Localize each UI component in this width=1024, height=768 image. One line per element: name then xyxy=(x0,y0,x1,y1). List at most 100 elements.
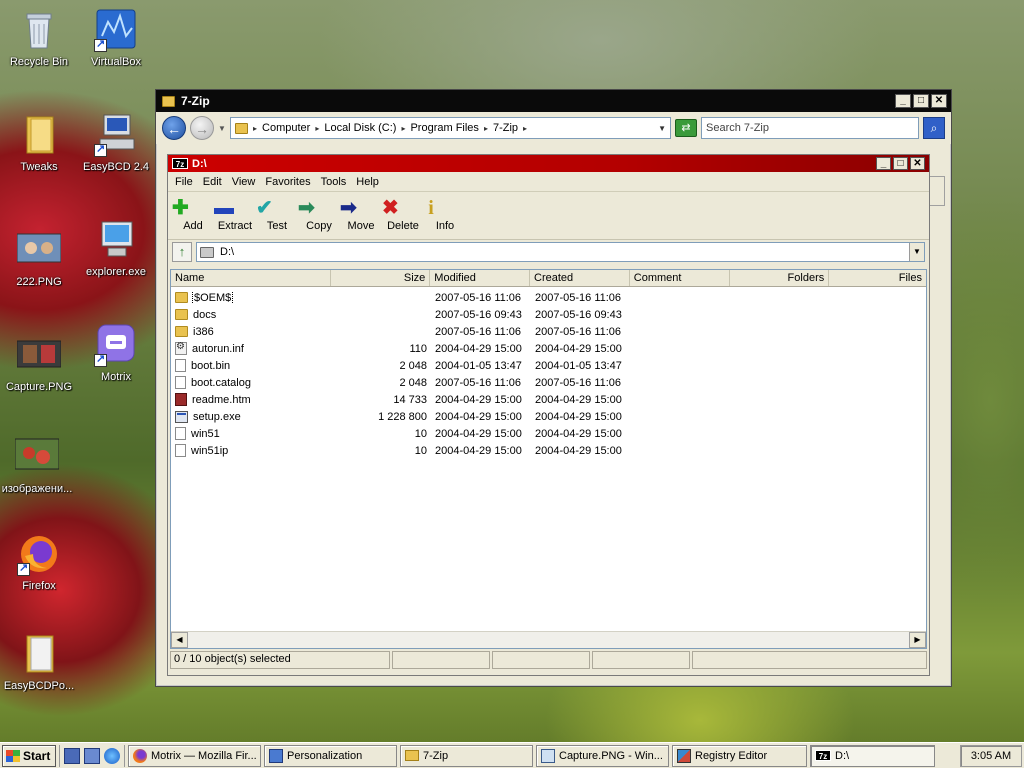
refresh-button[interactable]: ⇄ xyxy=(675,119,697,137)
window-title-bar[interactable]: 7-Zip _ □ ✕ xyxy=(156,90,951,112)
table-row[interactable]: $OEM$ 2007-05-16 11:06 2007-05-16 11:06 xyxy=(171,289,926,306)
desktop-icon-easybcd[interactable]: EasyBCD 2.4 xyxy=(76,113,156,173)
chevron-right-icon[interactable]: ▸ xyxy=(484,124,488,133)
desktop-icon-easybcdpo[interactable]: EasyBCDPo... xyxy=(0,632,79,692)
info-button[interactable]: i Info xyxy=(424,196,466,232)
scrollbar-thumb[interactable] xyxy=(929,176,945,206)
desktop-icon-firefox[interactable]: Firefox xyxy=(0,532,79,592)
computer-icon xyxy=(94,218,138,262)
table-row[interactable]: boot.bin 2 048 2004-01-05 13:47 2004-01-… xyxy=(171,357,926,374)
computer-icon xyxy=(94,113,138,157)
close-button[interactable]: ✕ xyxy=(931,94,947,108)
back-button[interactable]: ← xyxy=(162,116,186,140)
show-desktop-icon[interactable] xyxy=(64,747,80,764)
taskbar-item-firefox[interactable]: Motrix — Mozilla Fir... xyxy=(128,744,261,767)
chevron-down-icon[interactable]: ▼ xyxy=(909,243,924,261)
clock[interactable]: 3:05 AM xyxy=(960,744,1022,767)
taskbar-item-capture[interactable]: Capture.PNG - Win... xyxy=(536,744,669,767)
menu-help[interactable]: Help xyxy=(351,176,384,188)
table-row[interactable]: win51 10 2004-04-29 15:00 2004-04-29 15:… xyxy=(171,425,926,442)
forward-button[interactable]: → xyxy=(190,116,214,140)
desktop-icon-label: Capture.PNG xyxy=(5,381,73,393)
horizontal-scrollbar[interactable]: ◀ ▶ xyxy=(171,631,926,648)
chevron-right-icon[interactable]: ▸ xyxy=(401,124,405,133)
maximize-button[interactable]: □ xyxy=(893,157,908,170)
breadcrumb-item[interactable]: Local Disk (C:) xyxy=(324,122,396,134)
test-button[interactable]: ✔ Test xyxy=(256,196,298,232)
desktop-icon-virtualbox[interactable]: VirtualBox xyxy=(76,8,156,68)
chevron-down-icon[interactable]: ▼ xyxy=(658,124,666,133)
table-row[interactable]: win51ip 10 2004-04-29 15:00 2004-04-29 1… xyxy=(171,442,926,459)
scroll-track[interactable] xyxy=(188,632,909,648)
table-row[interactable]: docs 2007-05-16 09:43 2007-05-16 09:43 xyxy=(171,306,926,323)
chevron-right-icon[interactable]: ▸ xyxy=(253,124,257,133)
path-input[interactable]: D:\ ▼ xyxy=(196,242,925,262)
file-name: autorun.inf xyxy=(192,342,244,355)
file-name: win51ip xyxy=(191,444,229,457)
up-folder-button[interactable]: ↑ xyxy=(172,242,192,262)
desktop-icon-222-png[interactable]: 222.PNG xyxy=(0,228,79,288)
window-title: D:\ xyxy=(192,157,207,170)
maximize-button[interactable]: □ xyxy=(913,94,929,108)
menu-favorites[interactable]: Favorites xyxy=(260,176,315,188)
menu-file[interactable]: File xyxy=(170,176,198,188)
column-headers: Name Size Modified Created Comment Folde… xyxy=(171,270,926,287)
breadcrumb[interactable]: ▸ Computer ▸ Local Disk (C:) ▸ Program F… xyxy=(230,117,671,139)
column-header-created[interactable]: Created xyxy=(530,270,630,286)
menu-view[interactable]: View xyxy=(227,176,261,188)
table-row[interactable]: boot.catalog 2 048 2007-05-16 11:06 2007… xyxy=(171,374,926,391)
move-button[interactable]: ➡ Move xyxy=(340,196,382,232)
breadcrumb-item[interactable]: Computer xyxy=(262,122,310,134)
taskbar-item-personalization[interactable]: Personalization xyxy=(264,744,397,767)
search-input[interactable]: Search 7-Zip xyxy=(701,117,919,139)
taskbar-item-7zip[interactable]: 7-Zip xyxy=(400,744,533,767)
path-bar: ↑ D:\ ▼ xyxy=(168,240,929,264)
desktop-icon-capture-png[interactable]: Capture.PNG xyxy=(0,333,79,393)
column-header-size[interactable]: Size xyxy=(331,270,431,286)
desktop-icon-tweaks[interactable]: Tweaks xyxy=(0,113,79,173)
chevron-down-icon[interactable]: ▼ xyxy=(218,124,226,133)
column-header-comment[interactable]: Comment xyxy=(630,270,730,286)
table-row[interactable]: readme.htm 14 733 2004-04-29 15:00 2004-… xyxy=(171,391,926,408)
table-row[interactable]: autorun.inf 110 2004-04-29 15:00 2004-04… xyxy=(171,340,926,357)
start-button[interactable]: Start xyxy=(2,744,56,767)
extract-button[interactable]: ▬ Extract xyxy=(214,196,256,232)
desktop-icon-image-file[interactable]: изображени... xyxy=(0,435,77,495)
minimize-button[interactable]: _ xyxy=(876,157,891,170)
breadcrumb-item[interactable]: Program Files xyxy=(410,122,478,134)
folder-icon xyxy=(17,113,61,157)
image-thumbnail-icon xyxy=(14,435,60,479)
column-header-folders[interactable]: Folders xyxy=(730,270,830,286)
table-row[interactable]: setup.exe 1 228 800 2004-04-29 15:00 200… xyxy=(171,408,926,425)
desktop-icon-recycle-bin[interactable]: Recycle Bin xyxy=(0,8,79,68)
file-created: 2004-04-29 15:00 xyxy=(535,427,622,440)
file-name: win51 xyxy=(191,427,220,440)
taskbar-item-registry-editor[interactable]: Registry Editor xyxy=(672,744,807,767)
chevron-right-icon[interactable]: ▸ xyxy=(523,124,527,133)
close-button[interactable]: ✕ xyxy=(910,157,925,170)
scroll-right-icon[interactable]: ▶ xyxy=(909,632,926,648)
chevron-right-icon[interactable]: ▸ xyxy=(315,124,319,133)
taskbar-item-7zip-fm[interactable]: 7z D:\ xyxy=(810,744,935,767)
delete-button[interactable]: ✖ Delete xyxy=(382,196,424,232)
breadcrumb-item[interactable]: 7-Zip xyxy=(493,122,518,134)
copy-button[interactable]: ➡ Copy xyxy=(298,196,340,232)
minimize-button[interactable]: _ xyxy=(895,94,911,108)
add-button[interactable]: ✚ Add xyxy=(172,196,214,232)
scroll-left-icon[interactable]: ◀ xyxy=(171,632,188,648)
search-icon[interactable]: ⌕ xyxy=(923,117,945,139)
window-title-bar[interactable]: 7z D:\ _ □ ✕ xyxy=(168,155,929,172)
switch-windows-icon[interactable] xyxy=(84,747,100,764)
desktop-icon-label: Firefox xyxy=(22,580,56,592)
column-header-files[interactable]: Files xyxy=(829,270,926,286)
desktop-icon-explorer-exe[interactable]: explorer.exe xyxy=(76,218,156,278)
toolbar-label: Test xyxy=(266,220,288,232)
column-header-modified[interactable]: Modified xyxy=(430,270,531,286)
menu-tools[interactable]: Tools xyxy=(316,176,352,188)
menu-edit[interactable]: Edit xyxy=(198,176,227,188)
internet-explorer-icon[interactable] xyxy=(104,747,120,764)
desktop-icon-motrix[interactable]: Motrix xyxy=(76,323,156,383)
table-row[interactable]: i386 2007-05-16 11:06 2007-05-16 11:06 xyxy=(171,323,926,340)
7zip-icon: 7z xyxy=(815,750,831,761)
column-header-name[interactable]: Name xyxy=(171,270,331,286)
